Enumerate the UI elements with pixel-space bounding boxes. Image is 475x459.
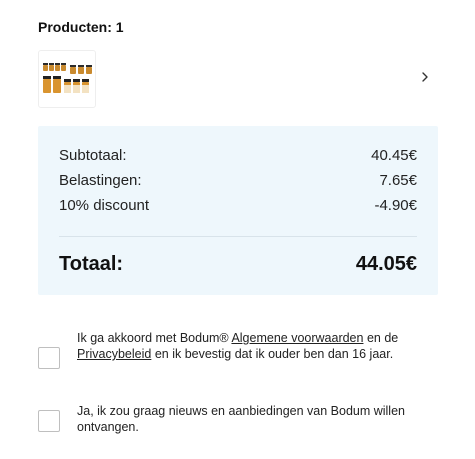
terms-prefix: Ik ga akkoord met Bodum® <box>77 331 232 345</box>
terms-consent-text: Ik ga akkoord met Bodum® Algemene voorwa… <box>77 330 439 362</box>
product-thumbnail-image <box>43 63 92 93</box>
product-row[interactable] <box>38 50 438 112</box>
subtotal-value: 40.45€ <box>371 147 417 164</box>
terms-middle: en de <box>363 331 399 345</box>
discount-label: 10% discount <box>59 197 150 214</box>
total-label: Totaal: <box>59 253 124 275</box>
newsletter-consent-text: Ja, ik zou graag nieuws en aanbiedingen … <box>77 404 405 434</box>
subtotal-label: Subtotaal: <box>59 147 127 164</box>
newsletter-checkbox[interactable] <box>38 410 60 432</box>
products-heading: Producten: 1 <box>38 19 124 35</box>
product-thumbnail[interactable] <box>38 50 96 108</box>
total-value: 44.05€ <box>355 253 417 275</box>
discount-value: -4.90€ <box>374 197 417 214</box>
order-summary: Subtotaal: 40.45€ Belastingen: 7.65€ 10%… <box>38 126 438 295</box>
tax-label: Belastingen: <box>59 172 142 189</box>
summary-divider <box>59 236 417 237</box>
privacy-link[interactable]: Privacybeleid <box>77 347 151 361</box>
chevron-right-icon[interactable] <box>418 70 432 84</box>
terms-checkbox[interactable] <box>38 347 60 369</box>
tax-value: 7.65€ <box>379 172 417 189</box>
terms-link[interactable]: Algemene voorwaarden <box>231 331 363 345</box>
terms-suffix: en ik bevestig dat ik ouder ben dan 16 j… <box>151 347 394 361</box>
